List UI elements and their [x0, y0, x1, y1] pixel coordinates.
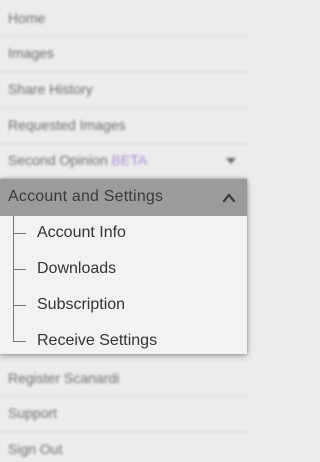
menu-item-label: Subscription: [37, 296, 126, 313]
account-settings-menu: Account and Settings Account Info Downlo…: [0, 179, 247, 354]
menu-item-account-info[interactable]: Account Info: [0, 216, 247, 252]
bg-item-sign-out: Sign Out: [8, 441, 63, 457]
menu-item-downloads[interactable]: Downloads: [0, 252, 247, 288]
chevron-down-icon: [226, 158, 236, 164]
menu-item-receive-settings[interactable]: Receive Settings: [0, 324, 247, 360]
divider: [0, 396, 247, 397]
bg-item-images: Images: [8, 45, 54, 61]
tree-branch: [13, 233, 26, 234]
menu-item-label: Account Info: [37, 224, 126, 241]
tree-branch: [13, 341, 26, 342]
beta-badge: BETA: [111, 152, 148, 168]
menu-item-label: Receive Settings: [37, 332, 158, 349]
bg-item-share-history: Share History: [8, 81, 93, 97]
bg-item-second-opinion: Second Opinion BETA: [8, 152, 147, 168]
divider: [0, 107, 247, 108]
account-settings-header[interactable]: Account and Settings: [0, 179, 247, 216]
account-settings-label: Account and Settings: [8, 188, 164, 205]
bg-item-support: Support: [8, 405, 58, 421]
bg-item-second-opinion-label: Second Opinion: [8, 152, 108, 168]
divider: [0, 71, 247, 72]
divider: [0, 431, 247, 432]
bg-item-requested-images: Requested Images: [8, 117, 126, 133]
menu-item-label: Downloads: [37, 260, 117, 277]
tree-branch: [13, 305, 26, 306]
divider: [0, 36, 247, 37]
tree-branch: [13, 269, 26, 270]
chevron-up-icon: [223, 193, 235, 203]
bg-item-register: Register Scanardi: [8, 370, 120, 386]
menu-item-subscription[interactable]: Subscription: [0, 288, 247, 324]
divider: [0, 143, 247, 144]
bg-item-home: Home: [8, 10, 46, 26]
